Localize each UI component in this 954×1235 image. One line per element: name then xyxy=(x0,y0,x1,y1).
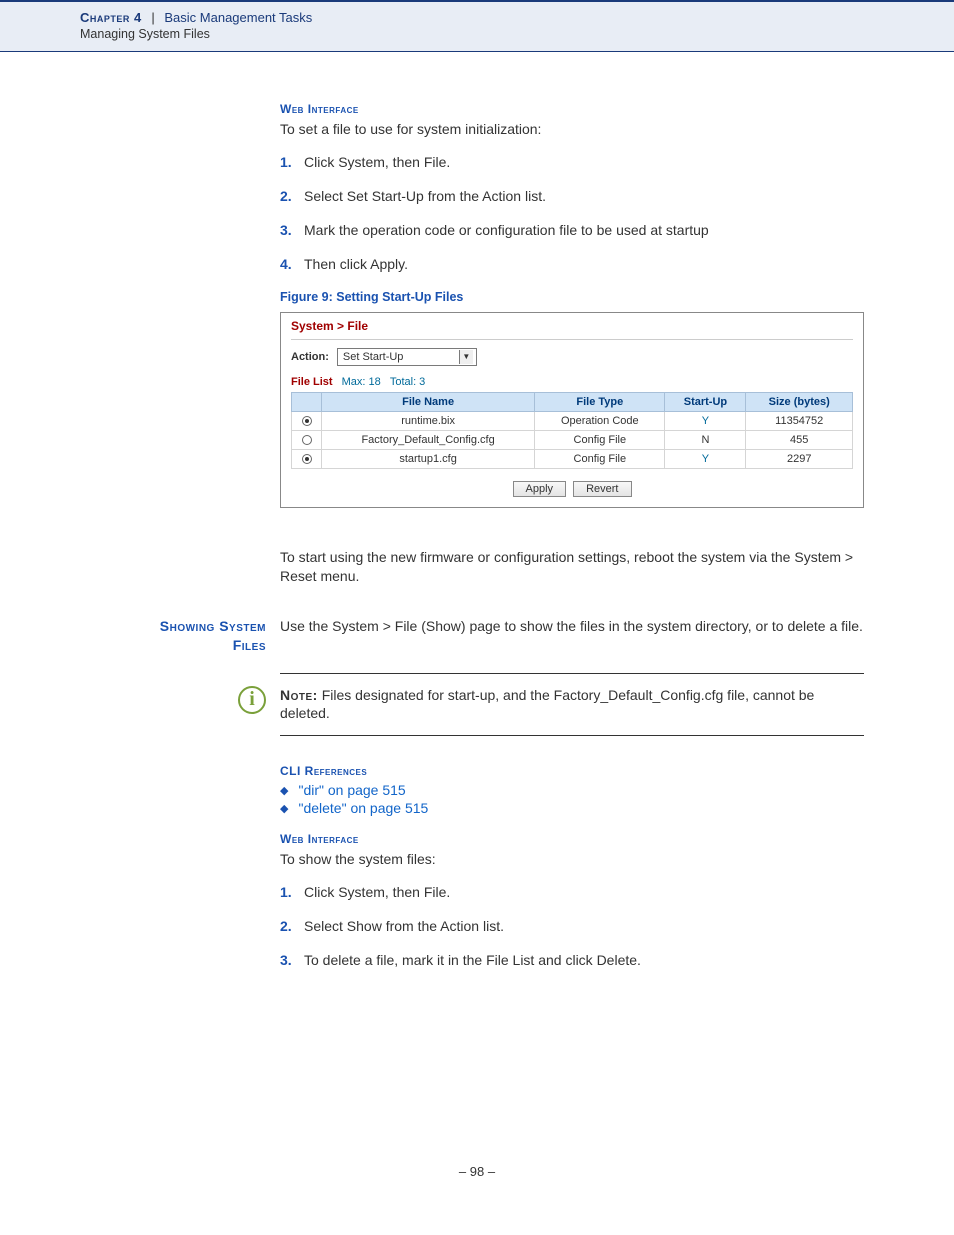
ui-button-row: Apply Revert xyxy=(281,481,863,507)
cell-filetype: Operation Code xyxy=(535,411,665,430)
cell-filename: startup1.cfg xyxy=(322,449,535,468)
step-text: To delete a file, mark it in the File Li… xyxy=(304,952,641,968)
cli-link-item: "dir" on page 515 xyxy=(280,782,864,798)
sec2-steps: 1.Click System, then File. 2.Select Show… xyxy=(280,884,864,968)
cell-size: 11354752 xyxy=(746,411,853,430)
note-body: Files designated for start-up, and the F… xyxy=(280,687,814,722)
step-text: Select Set Start-Up from the Action list… xyxy=(304,188,546,204)
step-item: 1.Click System, then File. xyxy=(280,884,864,900)
cli-link-dir[interactable]: "dir" on page 515 xyxy=(298,782,405,798)
sec1-intro: To set a file to use for system initiali… xyxy=(280,120,864,140)
file-list-total: Total: 3 xyxy=(390,376,425,388)
step-item: 1.Click System, then File. xyxy=(280,154,864,170)
step-text: Click System, then File. xyxy=(304,154,450,170)
file-list-label: File List xyxy=(291,376,333,388)
radio-input[interactable] xyxy=(302,435,312,445)
figure-caption: Figure 9: Setting Start-Up Files xyxy=(280,290,864,304)
page-header: Chapter 4 | Basic Management Tasks Manag… xyxy=(0,0,954,52)
sec1-steps: 1.Click System, then File. 2.Select Set … xyxy=(280,154,864,272)
cli-references-heading: CLI References xyxy=(280,764,864,778)
file-list-table: File Name File Type Start-Up Size (bytes… xyxy=(291,392,853,469)
step-text: Mark the operation code or configuration… xyxy=(304,222,709,238)
step-item: 3.Mark the operation code or configurati… xyxy=(280,222,864,238)
cell-startup: N xyxy=(665,430,746,449)
web-interface-heading-2: Web Interface xyxy=(280,832,864,846)
table-row: runtime.bix Operation Code Y 11354752 xyxy=(292,411,853,430)
figure-ui-panel: System > File Action: Set Start-Up ▼ Fil… xyxy=(280,312,864,508)
col-select xyxy=(292,392,322,411)
ui-divider xyxy=(291,339,853,340)
table-header-row: File Name File Type Start-Up Size (bytes… xyxy=(292,392,853,411)
action-select[interactable]: Set Start-Up ▼ xyxy=(337,348,477,366)
ui-breadcrumb: System > File xyxy=(281,313,863,337)
step-number: 4. xyxy=(280,256,304,272)
step-number: 3. xyxy=(280,222,304,238)
revert-button[interactable]: Revert xyxy=(573,481,631,497)
sec2-web-intro: To show the system files: xyxy=(280,850,864,870)
cell-filetype: Config File xyxy=(535,430,665,449)
col-filetype: File Type xyxy=(535,392,665,411)
header-separator: | xyxy=(151,10,154,25)
note-label: Note: xyxy=(280,687,318,703)
apply-button[interactable]: Apply xyxy=(513,481,567,497)
cell-filename: runtime.bix xyxy=(322,411,535,430)
cell-size: 2297 xyxy=(746,449,853,468)
cell-size: 455 xyxy=(746,430,853,449)
action-label: Action: xyxy=(291,351,329,363)
step-number: 1. xyxy=(280,884,304,900)
radio-input[interactable] xyxy=(302,416,312,426)
row-radio-cell xyxy=(292,411,322,430)
file-list-header: File List Max: 18 Total: 3 xyxy=(281,376,863,392)
table-row: startup1.cfg Config File Y 2297 xyxy=(292,449,853,468)
step-text: Select Show from the Action list. xyxy=(304,918,504,934)
step-number: 2. xyxy=(280,188,304,204)
step-number: 2. xyxy=(280,918,304,934)
side-heading-showing-files: Showing System Files xyxy=(0,617,266,655)
header-line-1: Chapter 4 | Basic Management Tasks xyxy=(80,10,954,25)
step-item: 2.Select Set Start-Up from the Action li… xyxy=(280,188,864,204)
note-text: Note: Files designated for start-up, and… xyxy=(280,686,864,724)
col-startup: Start-Up xyxy=(665,392,746,411)
after-figure-text: To start using the new firmware or confi… xyxy=(280,548,864,587)
header-section: Managing System Files xyxy=(80,27,954,41)
file-list-max: Max: 18 xyxy=(342,376,381,388)
step-item: 2.Select Show from the Action list. xyxy=(280,918,864,934)
table-row: Factory_Default_Config.cfg Config File N… xyxy=(292,430,853,449)
col-filename: File Name xyxy=(322,392,535,411)
action-select-value: Set Start-Up xyxy=(343,351,404,363)
step-number: 1. xyxy=(280,154,304,170)
cell-startup: Y xyxy=(665,411,746,430)
cell-filename: Factory_Default_Config.cfg xyxy=(322,430,535,449)
chevron-down-icon: ▼ xyxy=(459,350,473,364)
cell-startup: Y xyxy=(665,449,746,468)
cell-filetype: Config File xyxy=(535,449,665,468)
row-radio-cell xyxy=(292,449,322,468)
sec2-intro: Use the System > File (Show) page to sho… xyxy=(280,617,864,637)
chapter-label: Chapter 4 xyxy=(80,10,142,25)
info-icon: i xyxy=(238,686,266,714)
step-item: 4.Then click Apply. xyxy=(280,256,864,272)
cli-link-delete[interactable]: "delete" on page 515 xyxy=(298,800,428,816)
radio-input[interactable] xyxy=(302,454,312,464)
ui-action-row: Action: Set Start-Up ▼ xyxy=(281,346,863,376)
row-radio-cell xyxy=(292,430,322,449)
web-interface-heading-1: Web Interface xyxy=(280,102,864,116)
step-text: Then click Apply. xyxy=(304,256,408,272)
step-text: Click System, then File. xyxy=(304,884,450,900)
col-size: Size (bytes) xyxy=(746,392,853,411)
step-item: 3.To delete a file, mark it in the File … xyxy=(280,952,864,968)
page-number: – 98 – xyxy=(0,1164,954,1179)
cli-link-item: "delete" on page 515 xyxy=(280,800,864,816)
step-number: 3. xyxy=(280,952,304,968)
note-block: i Note: Files designated for start-up, a… xyxy=(280,673,864,737)
cli-link-list: "dir" on page 515 "delete" on page 515 xyxy=(280,782,864,816)
chapter-topic: Basic Management Tasks xyxy=(164,10,312,25)
